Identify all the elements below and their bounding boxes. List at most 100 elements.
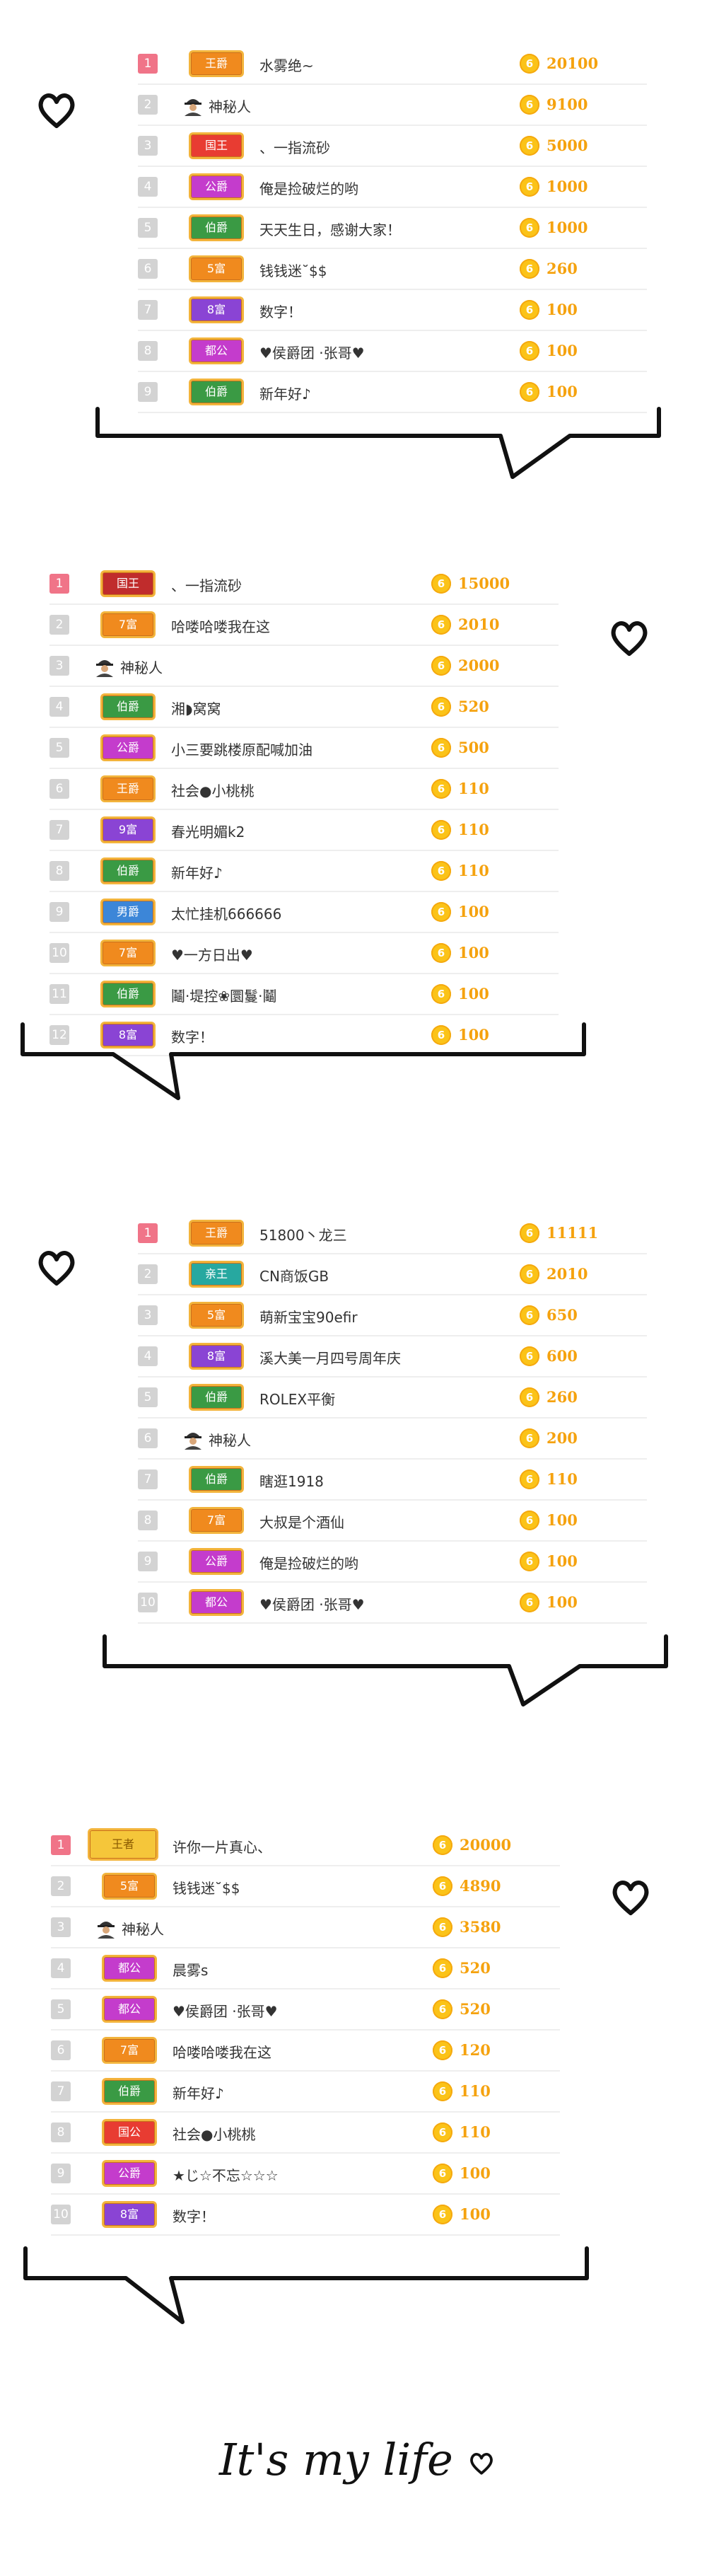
rank-number: 4 bbox=[51, 1958, 71, 1978]
user-name: 、一指流砂 bbox=[171, 577, 242, 594]
agent-icon bbox=[185, 99, 201, 116]
user-name: 神秘人 bbox=[122, 1921, 164, 1938]
rank-number: 6 bbox=[138, 1428, 158, 1448]
table-row: 5 伯爵 ROLEX平衡 6 260 bbox=[138, 1377, 647, 1419]
gift-amount: 520 bbox=[460, 1959, 491, 1977]
user-name: 哈喽哈喽我在这 bbox=[171, 618, 270, 635]
rank-number: 2 bbox=[138, 1264, 158, 1284]
rank-badge: 公爵 bbox=[189, 1548, 244, 1575]
coin-icon: 6 bbox=[431, 820, 451, 840]
heart-icon bbox=[611, 621, 648, 656]
gift-amount: 520 bbox=[460, 2000, 491, 2018]
coin-icon: 6 bbox=[520, 54, 539, 74]
rank-number: 9 bbox=[51, 2164, 71, 2183]
user-name: 新年好♪ bbox=[259, 386, 311, 403]
coin-icon: 6 bbox=[520, 1469, 539, 1489]
table-row: 8 国公 社会●小桃桃 6 110 bbox=[51, 2113, 560, 2154]
coin-icon: 6 bbox=[520, 341, 539, 361]
rank-badge: 国公 bbox=[102, 2119, 157, 2146]
gift-amount: 2010 bbox=[458, 616, 500, 633]
rank-number: 2 bbox=[49, 615, 69, 635]
user-name: 、一指流砂 bbox=[259, 139, 330, 156]
rank-badge: 伯爵 bbox=[102, 2078, 157, 2105]
rank-number: 5 bbox=[49, 738, 69, 758]
gift-amount: 500 bbox=[458, 739, 489, 756]
gift-amount: 110 bbox=[458, 862, 489, 879]
coin-icon: 6 bbox=[520, 1428, 539, 1448]
coin-icon: 6 bbox=[433, 1917, 452, 1937]
table-row: 3 5富 萌新宝宝90efir 6 650 bbox=[138, 1295, 647, 1336]
rank-number: 5 bbox=[138, 1387, 158, 1407]
user-name: 俺是捡破烂的哟 bbox=[259, 180, 358, 197]
coin-icon: 6 bbox=[520, 382, 539, 402]
rank-badge: 伯爵 bbox=[100, 693, 156, 720]
table-row: 9 男爵 太忙挂机666666 6 100 bbox=[49, 892, 559, 933]
user-name: ★じ☆不忘☆☆☆ bbox=[173, 2167, 279, 2184]
heart-icon bbox=[612, 1881, 649, 1915]
rank-badge: 伯爵 bbox=[100, 981, 156, 1007]
coin-icon: 6 bbox=[431, 902, 451, 922]
rank-badge: 5富 bbox=[102, 1873, 157, 1900]
gift-amount: 100 bbox=[547, 1511, 578, 1529]
rank-number: 4 bbox=[138, 1346, 158, 1366]
table-row: 8 7富 大叔是个酒仙 6 100 bbox=[138, 1501, 647, 1542]
user-name: CN商饭GB bbox=[259, 1268, 329, 1285]
user-name: 小三要跳楼原配喊加油 bbox=[171, 741, 312, 758]
coin-icon: 6 bbox=[431, 697, 451, 717]
rank-badge: 8富 bbox=[102, 2201, 157, 2228]
table-row: 2 5富 钱钱迷˘$$ 6 4890 bbox=[51, 1866, 560, 1907]
rank-number: 6 bbox=[49, 779, 69, 799]
coin-icon: 6 bbox=[520, 177, 539, 197]
agent-icon bbox=[98, 1922, 115, 1939]
coin-icon: 6 bbox=[520, 1593, 539, 1612]
table-row: 6 神秘人 6 200 bbox=[138, 1419, 647, 1460]
table-row: 9 公爵 ★じ☆不忘☆☆☆ 6 100 bbox=[51, 2154, 560, 2195]
tagline: It's my life bbox=[219, 2434, 496, 2485]
rank-badge: 5富 bbox=[189, 1302, 244, 1329]
rank-number: 1 bbox=[49, 574, 69, 594]
rank-number: 11 bbox=[49, 984, 69, 1004]
rank-badge: 7富 bbox=[189, 1507, 244, 1534]
table-row: 7 伯爵 瞎逛1918 6 110 bbox=[138, 1460, 647, 1501]
gift-amount: 100 bbox=[547, 383, 578, 400]
rank-badge: 伯爵 bbox=[189, 1466, 244, 1493]
coin-icon: 6 bbox=[520, 1223, 539, 1243]
leaderboard-2: 1 国王 、一指流砂 6 15000 2 7富 哈喽哈喽我在这 6 2010 3 神秘人 6 2000 4 伯… bbox=[49, 564, 559, 1056]
user-name: ♥侯爵团 ·张哥♥ bbox=[259, 1596, 365, 1613]
table-row: 10 8富 数字！ 6 100 bbox=[51, 2195, 560, 2236]
user-name: 太忙挂机666666 bbox=[171, 906, 282, 923]
gift-amount: 100 bbox=[547, 342, 578, 359]
heart-icon bbox=[38, 1251, 75, 1286]
rank-number: 8 bbox=[49, 861, 69, 881]
rank-badge: 都公 bbox=[189, 1589, 244, 1616]
gift-amount: 100 bbox=[460, 2164, 491, 2182]
user-name: 鬮·堤控❀圜鬘·鬮 bbox=[171, 988, 277, 1005]
user-name: 神秘人 bbox=[209, 1432, 251, 1449]
coin-icon: 6 bbox=[520, 1387, 539, 1407]
gift-amount: 110 bbox=[460, 2123, 491, 2141]
table-row: 1 王者 许你一片真心、 6 20000 bbox=[51, 1825, 560, 1866]
rank-badge: 王爵 bbox=[189, 1220, 244, 1247]
rank-badge: 国王 bbox=[189, 132, 244, 159]
user-name: 社会●小桃桃 bbox=[173, 2126, 256, 2143]
rank-number: 4 bbox=[138, 177, 158, 197]
crown-badge: 王者 bbox=[88, 1828, 158, 1861]
table-row: 10 都公 ♥侯爵团 ·张哥♥ 6 100 bbox=[138, 1583, 647, 1624]
rank-badge: 公爵 bbox=[189, 173, 244, 200]
rank-badge: 9富 bbox=[100, 816, 156, 843]
user-name: 天天生日，感谢大家！ bbox=[259, 221, 401, 238]
coin-icon: 6 bbox=[431, 943, 451, 963]
gift-amount: 260 bbox=[547, 260, 578, 277]
gift-amount: 100 bbox=[547, 1552, 578, 1570]
gift-amount: 100 bbox=[547, 1593, 578, 1611]
table-row: 7 9富 春光明媚k2 6 110 bbox=[49, 810, 559, 851]
coin-icon: 6 bbox=[433, 2122, 452, 2142]
user-name: 神秘人 bbox=[209, 98, 251, 115]
gift-amount: 9100 bbox=[547, 96, 588, 113]
user-name: 湘◗窝窝 bbox=[171, 700, 221, 717]
user-name: 新年好♪ bbox=[171, 865, 223, 882]
gift-amount: 11111 bbox=[547, 1224, 599, 1242]
rank-badge: 公爵 bbox=[102, 2160, 157, 2187]
rank-number: 5 bbox=[138, 218, 158, 238]
coin-icon: 6 bbox=[433, 1876, 452, 1896]
